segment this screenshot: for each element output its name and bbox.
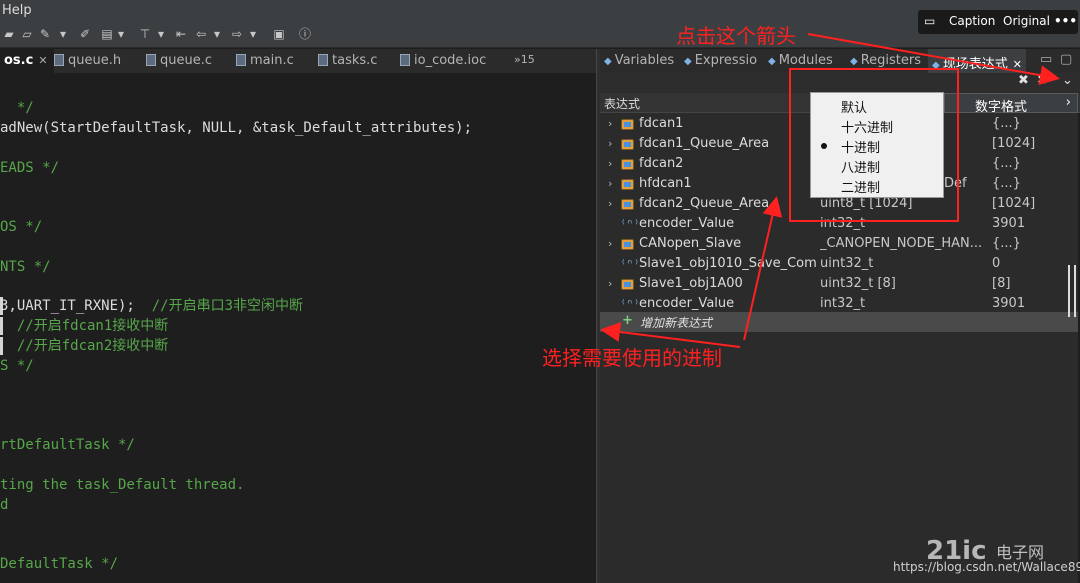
- annotation-click-arrow: 点击这个箭头: [676, 24, 796, 48]
- annotation-choose-base: 选择需要使用的进制: [542, 346, 722, 370]
- caption-button[interactable]: Caption: [949, 14, 995, 28]
- annotation-arrows: [600, 33, 1060, 348]
- original-button[interactable]: Original: [1003, 14, 1050, 28]
- arrow-to-chevron: [807, 33, 1060, 86]
- more-options-icon[interactable]: •••: [1054, 14, 1077, 28]
- watermark-url: https://blog.csdn.net/Wallace89: [893, 560, 1080, 574]
- image-viewer-bar: ▭ Caption Original •••: [918, 10, 1078, 34]
- arrow-to-submenu: [743, 196, 783, 341]
- comment-icon[interactable]: ▭: [924, 14, 935, 28]
